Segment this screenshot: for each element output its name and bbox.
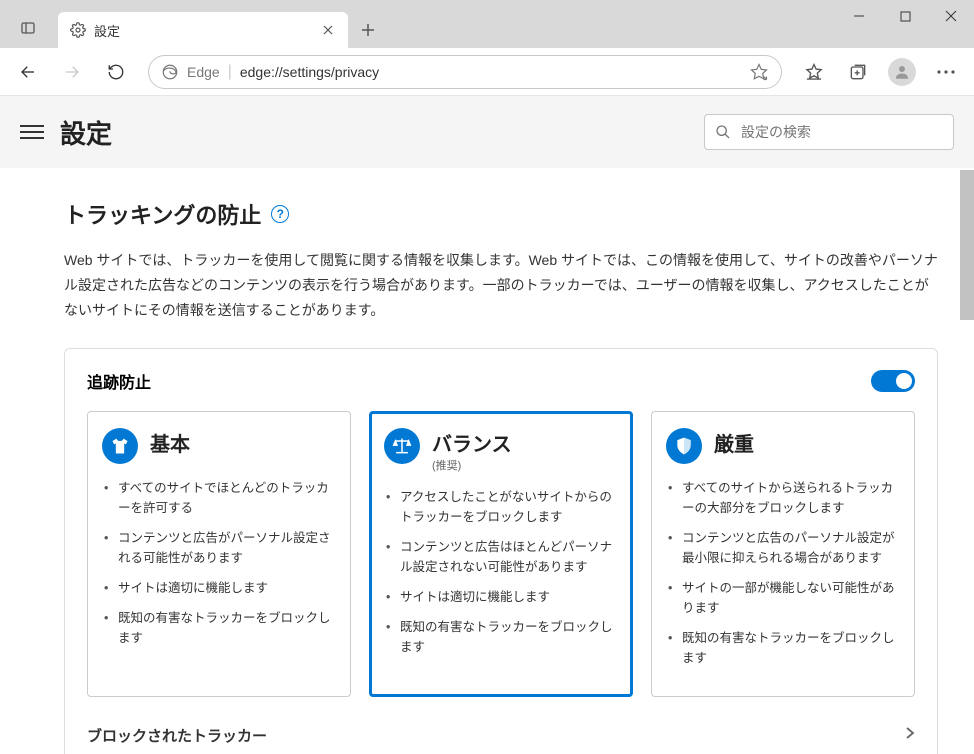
tracking-option-strict[interactable]: 厳重 すべてのサイトから送られるトラッカーの大部分をブロックします コンテンツと… bbox=[651, 411, 915, 697]
shield-icon bbox=[666, 428, 702, 464]
balance-icon bbox=[384, 428, 420, 464]
maximize-button[interactable] bbox=[882, 0, 928, 32]
section-description: Web サイトでは、トラッカーを使用して閲覧に関する情報を収集します。Web サ… bbox=[64, 248, 938, 324]
option-bullet: サイトは適切に機能します bbox=[102, 578, 336, 598]
section-title-row: トラッキングの防止 ? bbox=[64, 198, 938, 230]
tracking-options: 基本 すべてのサイトでほとんどのトラッカーを許可する コンテンツと広告がパーソナ… bbox=[87, 411, 915, 697]
option-bullet: 既知の有害なトラッカーをブロックします bbox=[666, 628, 900, 668]
search-icon bbox=[715, 124, 731, 140]
close-window-button[interactable] bbox=[928, 0, 974, 32]
page-title: 設定 bbox=[60, 114, 112, 151]
settings-search-input[interactable] bbox=[741, 124, 943, 140]
tab-title: 設定 bbox=[94, 21, 312, 40]
toolbar: Edge | edge://settings/privacy bbox=[0, 48, 974, 96]
profile-button[interactable] bbox=[882, 52, 922, 92]
tracking-option-balanced[interactable]: バランス (推奨) アクセスしたことがないサイトからのトラッカーをブロックします… bbox=[369, 411, 633, 697]
tracking-card: 追跡防止 基本 すべてのサイトでほとんどのトラッカーを許可する コンテンツと広告… bbox=[64, 348, 938, 754]
option-bullet: すべてのサイトから送られるトラッカーの大部分をブロックします bbox=[666, 478, 900, 518]
minimize-button[interactable] bbox=[836, 0, 882, 32]
back-button[interactable] bbox=[8, 52, 48, 92]
browser-tab[interactable]: 設定 bbox=[58, 12, 348, 48]
option-bullet: アクセスしたことがないサイトからのトラッカーをブロックします bbox=[384, 487, 618, 527]
content-area: トラッキングの防止 ? Web サイトでは、トラッカーを使用して閲覧に関する情報… bbox=[0, 168, 974, 754]
favorite-star-button[interactable] bbox=[745, 58, 773, 86]
gear-icon bbox=[70, 22, 86, 38]
shirt-icon bbox=[102, 428, 138, 464]
option-title: 基本 bbox=[150, 428, 190, 457]
scrollbar-thumb[interactable] bbox=[960, 170, 974, 320]
option-bullet: コンテンツと広告がパーソナル設定される可能性があります bbox=[102, 528, 336, 568]
more-button[interactable] bbox=[926, 52, 966, 92]
refresh-button[interactable] bbox=[96, 52, 136, 92]
settings-header: 設定 bbox=[0, 96, 974, 168]
titlebar: 設定 bbox=[0, 0, 974, 48]
settings-search[interactable] bbox=[704, 114, 954, 150]
chevron-right-icon bbox=[905, 726, 915, 745]
menu-button[interactable] bbox=[20, 125, 44, 139]
blocked-trackers-title: ブロックされたトラッカー bbox=[87, 725, 267, 746]
address-engine-label: Edge bbox=[187, 64, 220, 80]
option-bullet: 既知の有害なトラッカーをブロックします bbox=[102, 608, 336, 648]
new-tab-button[interactable] bbox=[348, 12, 388, 48]
option-bullet: コンテンツと広告のパーソナル設定が最小限に抑えられる場合があります bbox=[666, 528, 900, 568]
tab-actions-button[interactable] bbox=[8, 8, 48, 48]
tracking-toggle[interactable] bbox=[871, 370, 915, 392]
option-bullet: コンテンツと広告はほとんどパーソナル設定されない可能性があります bbox=[384, 537, 618, 577]
option-bullet: サイトの一部が機能しない可能性があります bbox=[666, 578, 900, 618]
blocked-trackers-row[interactable]: ブロックされたトラッカー bbox=[87, 719, 915, 752]
favorites-button[interactable] bbox=[794, 52, 834, 92]
option-title: 厳重 bbox=[714, 428, 754, 457]
tab-strip: 設定 bbox=[0, 0, 388, 48]
section-title: トラッキングの防止 bbox=[64, 198, 261, 230]
edge-logo-icon bbox=[161, 63, 179, 81]
option-title: バランス bbox=[432, 428, 512, 457]
close-tab-button[interactable] bbox=[320, 22, 336, 38]
window-controls bbox=[836, 0, 974, 32]
address-separator: | bbox=[228, 63, 232, 81]
option-bullet: すべてのサイトでほとんどのトラッカーを許可する bbox=[102, 478, 336, 518]
help-icon[interactable]: ? bbox=[271, 205, 289, 223]
collections-button[interactable] bbox=[838, 52, 878, 92]
tracking-option-basic[interactable]: 基本 すべてのサイトでほとんどのトラッカーを許可する コンテンツと広告がパーソナ… bbox=[87, 411, 351, 697]
tracking-card-header: 追跡防止 bbox=[87, 369, 915, 393]
address-url: edge://settings/privacy bbox=[240, 64, 737, 80]
option-bullet: サイトは適切に機能します bbox=[384, 587, 618, 607]
option-subtitle: (推奨) bbox=[432, 457, 512, 473]
avatar-icon bbox=[888, 58, 916, 86]
tracking-card-title: 追跡防止 bbox=[87, 369, 151, 393]
forward-button[interactable] bbox=[52, 52, 92, 92]
address-bar[interactable]: Edge | edge://settings/privacy bbox=[148, 55, 782, 89]
option-bullet: 既知の有害なトラッカーをブロックします bbox=[384, 617, 618, 657]
